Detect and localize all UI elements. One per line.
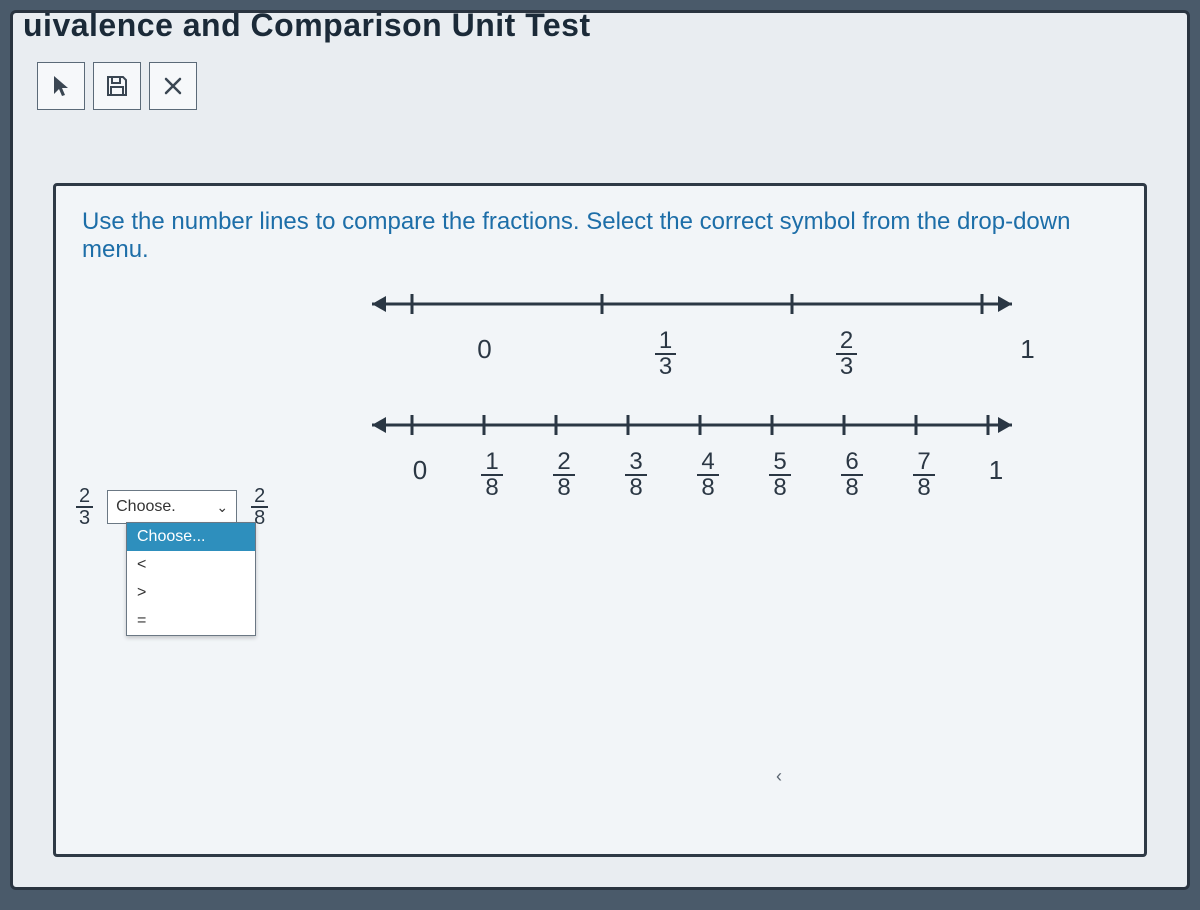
nl2-label-0: 0 [413, 455, 427, 486]
close-tool-button[interactable] [149, 62, 197, 110]
dropdown-option-greater-than[interactable]: > [127, 579, 255, 607]
nl1-label-1-3: 13 [655, 329, 676, 379]
pointer-icon [51, 74, 71, 98]
question-panel: Use the number lines to compare the frac… [53, 183, 1147, 857]
close-icon [163, 76, 183, 96]
nl1-label-0: 0 [477, 334, 491, 365]
comparison-select-value: Choose. [116, 498, 176, 516]
question-prompt: Use the number lines to compare the frac… [82, 208, 1118, 264]
nl2-label-7-8: 78 [913, 450, 934, 500]
number-line-thirds [362, 284, 1022, 324]
app-screen: uivalence and Comparison Unit Test Use t… [10, 10, 1190, 890]
nl1-label-1: 1 [1020, 334, 1034, 365]
nl2-label-1: 1 [989, 455, 1003, 486]
dropdown-option-equals[interactable]: = [127, 607, 255, 635]
number-line-eighths-labels: 0 18 28 38 48 58 68 78 1 [384, 445, 1118, 500]
nl2-label-1-8: 18 [481, 450, 502, 500]
nl1-label-2-3: 23 [836, 329, 857, 379]
pointer-tool-button[interactable] [37, 62, 85, 110]
dropdown-option-less-than[interactable]: < [127, 551, 255, 579]
number-line-thirds-labels: 0 13 23 1 [394, 324, 1118, 379]
nl2-label-5-8: 58 [769, 450, 790, 500]
number-line-eighths [362, 405, 1022, 445]
chevron-down-icon: ⌄ [216, 499, 228, 516]
comparison-select[interactable]: Choose. ⌄ [107, 490, 237, 524]
nl2-label-3-8: 38 [625, 450, 646, 500]
number-lines: 0 13 23 1 [362, 284, 1118, 500]
save-icon [105, 74, 129, 98]
artifact-mark: ‹ [776, 766, 782, 787]
nl2-label-6-8: 68 [841, 450, 862, 500]
page-title: uivalence and Comparison Unit Test [13, 10, 1187, 44]
comparison-dropdown: Choose... < > = [126, 522, 256, 636]
save-tool-button[interactable] [93, 62, 141, 110]
toolbar [13, 44, 1187, 110]
dropdown-option-choose[interactable]: Choose... [127, 523, 255, 551]
left-fraction: 2 3 [76, 486, 93, 528]
nl2-label-4-8: 48 [697, 450, 718, 500]
nl2-label-2-8: 28 [553, 450, 574, 500]
